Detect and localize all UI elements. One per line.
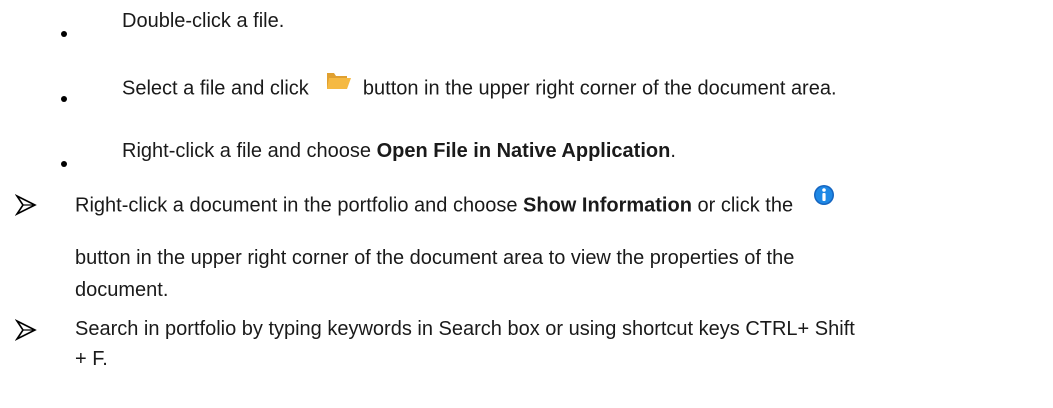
show-info-text-line-2: button in the upper right corner of the … — [75, 247, 795, 269]
sub-item-1: Double-click a file. — [122, 9, 284, 33]
search-line-1: Search in portfolio by typing keywords i… — [75, 317, 855, 341]
arrow-bullet-icon — [15, 319, 37, 341]
sub-item-3: Right-click a file and choose Open File … — [122, 139, 676, 163]
search-line-2: + F. — [75, 347, 108, 371]
folder-open-icon — [326, 69, 352, 97]
bullet-dot-2 — [61, 96, 67, 102]
sub-item-2-text-before: Select a file and click — [122, 77, 309, 100]
show-info-text-line-3: document. — [75, 279, 169, 301]
show-info-line-1: Right-click a document in the portfolio … — [75, 185, 835, 220]
sub-item-2-text-after: button in the upper right corner of the … — [362, 77, 837, 100]
show-info-line-3: document. — [75, 278, 168, 302]
arrow-bullet-icon — [15, 194, 37, 216]
sub-item-2: Select a file and click button in the up… — [122, 73, 837, 103]
show-info-bold: Show Information — [523, 194, 692, 217]
sub-item-1-text: Double-click a file. — [122, 10, 285, 32]
bullet-dot-1 — [61, 31, 67, 37]
info-icon — [813, 184, 835, 212]
show-info-text-before: Right-click a document in the portfolio … — [75, 194, 524, 217]
search-text-line-1: Search in portfolio by typing keywords i… — [75, 318, 855, 340]
sub-item-3-text-before: Right-click a file and choose — [122, 140, 377, 162]
show-info-line-2: button in the upper right corner of the … — [75, 246, 794, 270]
show-info-text-middle: or click the — [691, 194, 794, 217]
bullet-dot-3 — [61, 161, 67, 167]
search-text-line-2: + F. — [75, 348, 108, 370]
sub-item-3-text-after: . — [670, 140, 676, 162]
sub-item-3-bold: Open File in Native Application — [376, 140, 671, 162]
